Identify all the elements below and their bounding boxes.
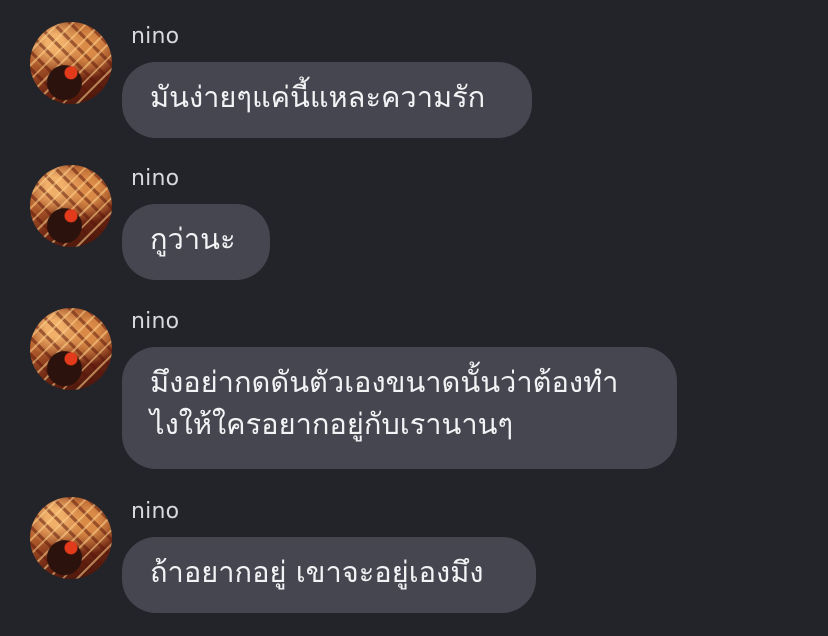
message-text: กูว่านะ: [150, 222, 236, 256]
sender-avatar[interactable]: [30, 22, 112, 104]
message-text: มันง่ายๆแค่นี้แหละความรัก: [150, 80, 486, 114]
sender-name: nino: [131, 166, 180, 191]
sender-name: nino: [131, 499, 180, 524]
message-bubble[interactable]: ถ้าอยากอยู่ เขาจะอยู่เองมึง: [122, 537, 536, 613]
sender-name: nino: [131, 24, 180, 49]
sender-avatar[interactable]: [30, 165, 112, 247]
sender-avatar[interactable]: [30, 497, 112, 579]
chat-thread: nino มันง่ายๆแค่นี้แหละความรัก nino กูว่…: [0, 0, 828, 636]
sender-avatar[interactable]: [30, 308, 112, 390]
message-bubble[interactable]: มึงอย่ากดดันตัวเองขนาดนั้นว่าต้องทำ ไงให…: [122, 347, 677, 469]
message-bubble[interactable]: กูว่านะ: [122, 204, 270, 280]
sender-name: nino: [131, 309, 180, 334]
message-text: ถ้าอยากอยู่ เขาจะอยู่เองมึง: [150, 555, 484, 589]
message-text-line: มึงอย่ากดดันตัวเองขนาดนั้นว่าต้องทำ: [150, 365, 619, 399]
message-bubble[interactable]: มันง่ายๆแค่นี้แหละความรัก: [122, 62, 532, 138]
message-text-line: ไงให้ใครอยากอยู่กับเรานานๆ: [150, 407, 514, 441]
